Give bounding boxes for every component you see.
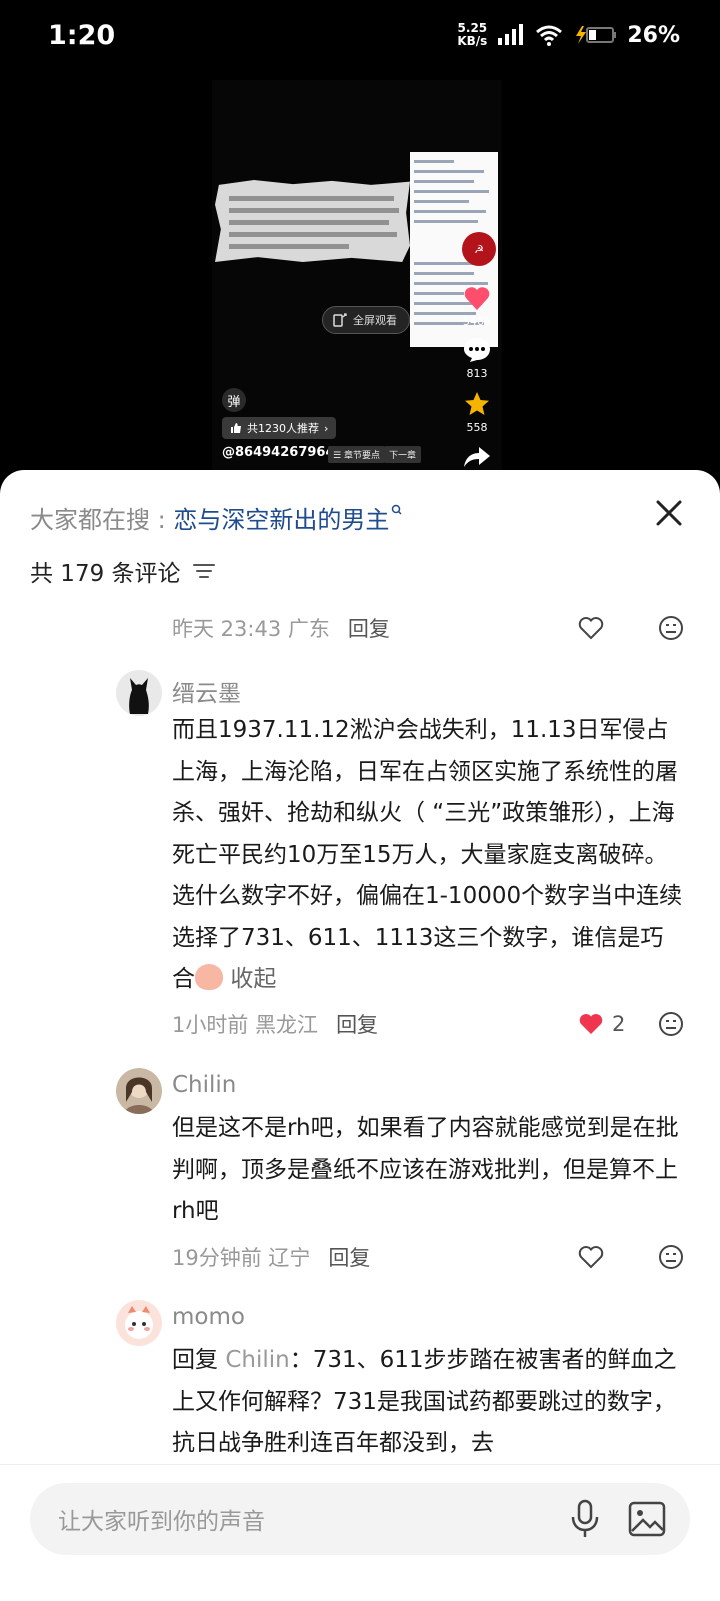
status-time: 1:20: [48, 20, 116, 51]
comment-author[interactable]: momo: [172, 1304, 245, 1330]
network-speed-unit: KB/s: [457, 34, 488, 48]
previous-comment-meta: 昨天 23:43 广东 回复: [172, 612, 684, 644]
danmu-toggle-button[interactable]: 弹: [222, 388, 246, 412]
share-action[interactable]: [452, 445, 502, 473]
emoji-sticker: [195, 964, 223, 990]
like-button[interactable]: [578, 1245, 632, 1269]
comment-count-label: 共 179 条评论: [30, 561, 181, 587]
video-player[interactable]: ☭ 全屏观看 5466 813 558 弹 共1230人推荐 › @864942…: [0, 80, 720, 490]
reply-prefix: 回复: [172, 1347, 218, 1373]
close-icon[interactable]: [652, 496, 686, 530]
avatar[interactable]: [116, 1300, 162, 1346]
comment-count-video: 813: [466, 367, 488, 380]
comment-action[interactable]: 813: [452, 337, 502, 380]
battery-percent: 26%: [627, 22, 680, 48]
chevron-right-icon: ›: [324, 421, 329, 435]
network-speed: 5.25 KB/s: [457, 22, 487, 48]
comment-input-placeholder: 让大家听到你的声音: [58, 1509, 265, 1535]
search-icon: [392, 504, 402, 515]
comment-time: 19分钟前: [172, 1246, 262, 1270]
thumbs-up-icon: [231, 423, 241, 433]
trending-search[interactable]: 大家都在搜 : 恋与深空新出的男主: [30, 500, 403, 535]
reply-button[interactable]: 回复: [328, 1242, 370, 1272]
comment-location: 广东: [287, 617, 330, 641]
cat-silhouette-icon: [129, 678, 149, 714]
heart-filled-icon: [579, 1014, 603, 1034]
fullscreen-label: 全屏观看: [353, 314, 397, 327]
comment-text: 但是这不是rh吧，如果看了内容就能感觉到是在批判啊，顶多是叠纸不应该在游戏批判，…: [172, 1115, 679, 1224]
trending-search-keyword[interactable]: 恋与深空新出的男主: [173, 506, 389, 534]
heart-icon: [464, 287, 490, 310]
cartoon-avatar-icon: [125, 1306, 153, 1339]
image-icon[interactable]: [628, 1501, 666, 1537]
dislike-face-icon[interactable]: [658, 615, 684, 641]
comment-actions: 2: [578, 1008, 684, 1040]
user-photo-icon: [124, 1077, 154, 1114]
like-count: 5466: [463, 315, 491, 328]
sort-icon[interactable]: [192, 562, 215, 580]
reply-button[interactable]: 回复: [348, 613, 390, 643]
comment-time: 1小时前: [172, 1013, 249, 1037]
like-count: 2: [612, 1012, 626, 1036]
status-icons: 5.25 KB/s 26%: [457, 22, 680, 48]
battery-charging-icon: [576, 26, 617, 44]
avatar[interactable]: [116, 1068, 162, 1114]
favorite-count: 558: [466, 421, 488, 434]
comment-bubble-icon: [464, 338, 490, 362]
creator-avatar[interactable]: ☭: [462, 232, 496, 266]
status-bar: 1:20 5.25 KB/s 26%: [0, 0, 720, 80]
heart-outline-icon: [578, 1246, 604, 1269]
comment-input[interactable]: 让大家听到你的声音: [30, 1483, 690, 1555]
collapse-button[interactable]: 收起: [230, 966, 276, 992]
comment-text: 而且1937.11.12淞沪会战失利，11.13日军侵占上海，上海沦陷，日军在占…: [172, 710, 684, 1001]
comment-count-header: 共 179 条评论: [30, 554, 215, 588]
comment-location: 辽宁: [268, 1246, 311, 1270]
comment-actions: [578, 1241, 684, 1273]
favorite-action[interactable]: 558: [452, 391, 502, 434]
comment-meta: 1小时前 黑龙江 回复 2: [172, 1008, 684, 1040]
microphone-icon[interactable]: [568, 1499, 602, 1539]
comment-input-bar: 让大家听到你的声音: [0, 1464, 720, 1601]
chapter-points-button[interactable]: ☰ 章节要点: [328, 446, 385, 463]
comment-sheet: 大家都在搜 : 恋与深空新出的男主 共 179 条评论 昨天 23:43 广东 …: [0, 470, 720, 1601]
recommend-label: 共1230人推荐: [247, 422, 319, 435]
heart-outline-icon: [578, 617, 604, 640]
recommend-button[interactable]: 共1230人推荐 ›: [222, 417, 337, 439]
share-arrow-icon: [464, 447, 490, 467]
comment-author[interactable]: Chilin: [172, 1072, 236, 1098]
dislike-face-icon[interactable]: [658, 1011, 684, 1037]
reply-to-user[interactable]: Chilin: [225, 1347, 289, 1373]
comment-body: 而且1937.11.12淞沪会战失利，11.13日军侵占上海，上海沦陷，日军在占…: [172, 717, 683, 992]
comment-actions: [578, 612, 684, 644]
comment-meta: 19分钟前 辽宁 回复: [172, 1241, 684, 1273]
chapter-points-label: 章节要点: [343, 451, 380, 461]
next-chapter-button[interactable]: 下一章: [384, 446, 422, 463]
like-button[interactable]: [578, 616, 632, 640]
signal-icon: [498, 24, 524, 45]
dislike-face-icon[interactable]: [658, 1244, 684, 1270]
fullscreen-icon: [333, 313, 347, 327]
reply-button[interactable]: 回复: [336, 1009, 378, 1039]
trending-search-prefix: 大家都在搜 :: [30, 506, 174, 534]
video-paper-image: [215, 180, 410, 262]
like-action[interactable]: 5466: [452, 285, 502, 328]
star-icon: [465, 392, 489, 415]
comment-text: 回复 Chilin：731、611步步踏在被害者的鲜血之上又作何解释？731是我…: [172, 1340, 684, 1465]
like-button[interactable]: 2: [578, 1012, 632, 1036]
fullscreen-button[interactable]: 全屏观看: [322, 306, 410, 334]
avatar[interactable]: [116, 670, 162, 716]
comment-time: 昨天 23:43: [172, 617, 282, 641]
comment-location: 黑龙江: [255, 1013, 319, 1037]
video-author[interactable]: @86494267964: [222, 445, 335, 460]
wifi-icon: [536, 25, 563, 46]
comment-author[interactable]: 缙云墨: [172, 674, 241, 708]
